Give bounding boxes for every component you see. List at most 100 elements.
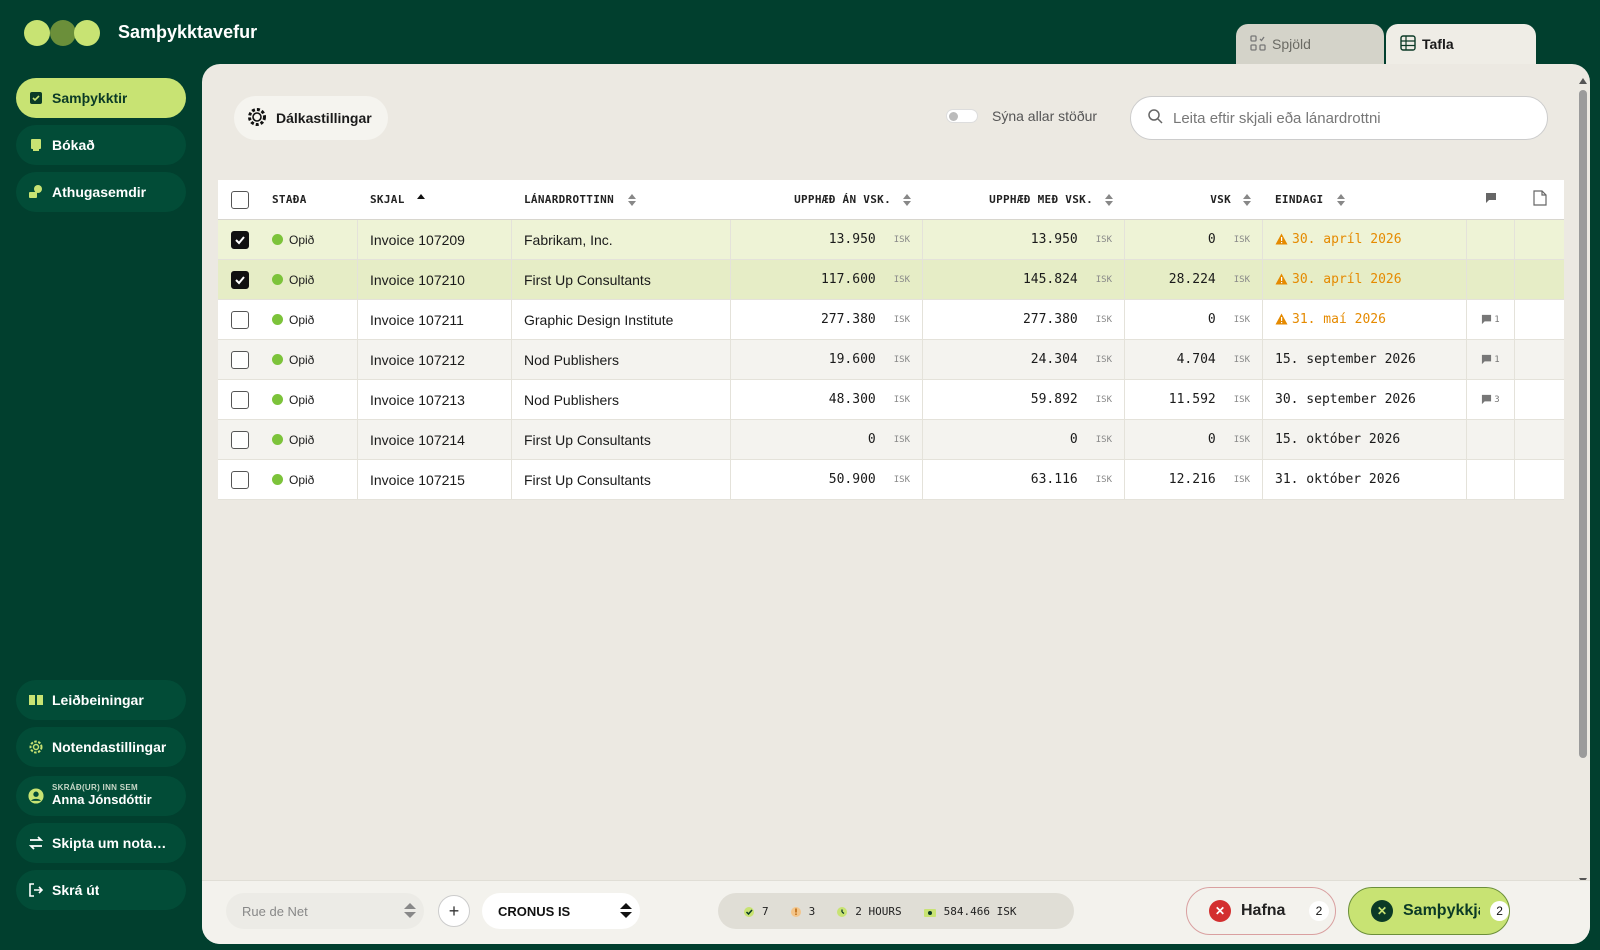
reject-button[interactable]: ✕ Hafna 2 bbox=[1186, 887, 1336, 935]
header-creditor[interactable]: LÁNARDROTTINN bbox=[512, 180, 731, 219]
book-icon bbox=[28, 137, 44, 153]
search-icon bbox=[1147, 108, 1163, 129]
table-row[interactable]: Opið Invoice 107212 Nod Publishers 19.60… bbox=[218, 340, 1564, 380]
status-label: Opið bbox=[289, 232, 315, 247]
due-cell: 15. október 2026 bbox=[1263, 420, 1467, 459]
sidebar-item-guide[interactable]: Leiðbeiningar bbox=[16, 680, 186, 720]
currency-label: ISK bbox=[1233, 394, 1250, 405]
document-label: Invoice 107212 bbox=[370, 351, 465, 368]
gear-icon bbox=[246, 106, 268, 131]
creditor-cell: Nod Publishers bbox=[512, 340, 731, 379]
status-dot bbox=[272, 434, 283, 445]
comments-cell[interactable]: 1 bbox=[1467, 340, 1515, 379]
sidebar-item-label: Bókað bbox=[52, 137, 95, 153]
row-checkbox[interactable] bbox=[231, 390, 249, 409]
document-label: Invoice 107213 bbox=[370, 391, 465, 408]
pdf-cell bbox=[1515, 300, 1564, 339]
sidebar-item-booked[interactable]: Bókað bbox=[16, 125, 186, 165]
currency-label: ISK bbox=[893, 274, 910, 285]
table-row[interactable]: Opið Invoice 107215 First Up Consultants… bbox=[218, 460, 1564, 500]
row-select-cell bbox=[218, 220, 262, 259]
row-checkbox[interactable] bbox=[231, 270, 249, 289]
tab-table[interactable]: Tafla bbox=[1386, 24, 1536, 64]
row-checkbox[interactable] bbox=[231, 230, 249, 249]
table-row[interactable]: Opið Invoice 107210 First Up Consultants… bbox=[218, 260, 1564, 300]
header-document[interactable]: SKJAL bbox=[358, 180, 512, 219]
column-settings-button[interactable]: Dálkastillingar bbox=[234, 96, 388, 140]
vat-value: 4.704 bbox=[1176, 352, 1216, 367]
currency-label: ISK bbox=[1233, 234, 1250, 245]
creditor-label: Nod Publishers bbox=[524, 391, 619, 408]
sidebar-item-user-settings[interactable]: Notendastillingar bbox=[16, 727, 186, 767]
vat-cell: 0 ISK bbox=[1125, 300, 1263, 339]
sidebar-item-logout[interactable]: Skrá út bbox=[16, 870, 186, 910]
due-cell: 30. apríl 2026 bbox=[1263, 220, 1467, 259]
vat-cell: 0 ISK bbox=[1125, 220, 1263, 259]
currency-label: ISK bbox=[1095, 394, 1112, 405]
row-checkbox[interactable] bbox=[231, 430, 249, 449]
sidebar-item-label: Leiðbeiningar bbox=[52, 692, 144, 708]
sidebar-item-approvals[interactable]: Samþykktir bbox=[16, 78, 186, 118]
stat-warning: 3 bbox=[789, 904, 816, 918]
scrollbar[interactable] bbox=[1576, 72, 1590, 892]
currency-label: ISK bbox=[893, 234, 910, 245]
row-checkbox[interactable] bbox=[231, 350, 249, 369]
brand: Samþykktavefur bbox=[24, 18, 257, 46]
sidebar-item-switch-user[interactable]: Skipta um notanda bbox=[16, 823, 186, 863]
creditor-cell: Graphic Design Institute bbox=[512, 300, 731, 339]
checklist-icon bbox=[28, 90, 44, 106]
comment-count-value: 3 bbox=[1494, 394, 1500, 405]
table-row[interactable]: Opið Invoice 107213 Nod Publishers 48.30… bbox=[218, 380, 1564, 420]
header-amount-excl[interactable]: UPPHÆÐ ÁN VSK. bbox=[731, 180, 923, 219]
creditor-label: First Up Consultants bbox=[524, 471, 651, 488]
pdf-icon bbox=[1532, 190, 1547, 209]
currency-label: ISK bbox=[1233, 434, 1250, 445]
add-company-button[interactable]: + bbox=[438, 895, 470, 927]
header-status[interactable]: STAÐA bbox=[262, 180, 358, 219]
amount-excl-cell: 0 ISK bbox=[731, 420, 923, 459]
show-all-toggle[interactable] bbox=[946, 109, 978, 123]
summary-stats: 7 3 2 HOURS 584.466 ISK bbox=[718, 893, 1074, 929]
amount-value: 59.892 bbox=[1030, 392, 1078, 407]
row-select-cell bbox=[218, 420, 262, 459]
table-row[interactable]: Opið Invoice 107214 First Up Consultants… bbox=[218, 420, 1564, 460]
sidebar-item-comments[interactable]: Athugasemdir bbox=[16, 172, 186, 212]
currency-label: ISK bbox=[1233, 314, 1250, 325]
amount-value: 48.300 bbox=[828, 392, 876, 407]
company-select-secondary[interactable]: Rue de Net bbox=[226, 893, 424, 929]
search-input[interactable] bbox=[1173, 109, 1533, 127]
sidebar-item-label: Samþykktir bbox=[52, 90, 128, 106]
approve-button[interactable]: ✕ Samþykkja 2 bbox=[1348, 887, 1510, 935]
comment-icon bbox=[1482, 314, 1492, 325]
document-cell: Invoice 107213 bbox=[358, 380, 512, 419]
stat-time: 2 HOURS bbox=[835, 904, 902, 918]
comments-cell[interactable]: 1 bbox=[1467, 300, 1515, 339]
column-settings-label: Dálkastillingar bbox=[276, 110, 372, 126]
document-cell: Invoice 107212 bbox=[358, 340, 512, 379]
company-select[interactable]: CRONUS IS bbox=[482, 893, 640, 929]
scroll-thumb[interactable] bbox=[1579, 90, 1587, 758]
tab-cards[interactable]: Spjöld bbox=[1236, 24, 1384, 64]
header-vat[interactable]: VSK bbox=[1125, 180, 1263, 219]
table-row[interactable]: Opið Invoice 107209 Fabrikam, Inc. 13.95… bbox=[218, 220, 1564, 260]
vat-value: 0 bbox=[1207, 232, 1216, 247]
table-header: STAÐA SKJAL LÁNARDROTTINN UPPHÆÐ ÁN VSK.… bbox=[218, 180, 1564, 220]
stat-warning-value: 3 bbox=[808, 904, 816, 918]
tab-label: Spjöld bbox=[1272, 36, 1311, 52]
header-comments bbox=[1467, 180, 1515, 219]
select-arrows-icon bbox=[620, 903, 632, 918]
currency-label: ISK bbox=[893, 474, 910, 485]
status-dot bbox=[272, 354, 283, 365]
amount-excl-cell: 50.900 ISK bbox=[731, 460, 923, 499]
vat-cell: 0 ISK bbox=[1125, 420, 1263, 459]
warning-icon bbox=[1275, 272, 1288, 288]
scroll-up-icon[interactable] bbox=[1579, 78, 1587, 84]
header-amount-incl[interactable]: UPPHÆÐ MEÐ VSK. bbox=[923, 180, 1125, 219]
creditor-cell: First Up Consultants bbox=[512, 420, 731, 459]
row-checkbox[interactable] bbox=[231, 470, 249, 489]
table-row[interactable]: Opið Invoice 107211 Graphic Design Insti… bbox=[218, 300, 1564, 340]
comments-cell[interactable]: 3 bbox=[1467, 380, 1515, 419]
select-all-checkbox[interactable] bbox=[231, 190, 249, 209]
row-checkbox[interactable] bbox=[231, 310, 249, 329]
header-due[interactable]: EINDAGI bbox=[1263, 180, 1467, 219]
